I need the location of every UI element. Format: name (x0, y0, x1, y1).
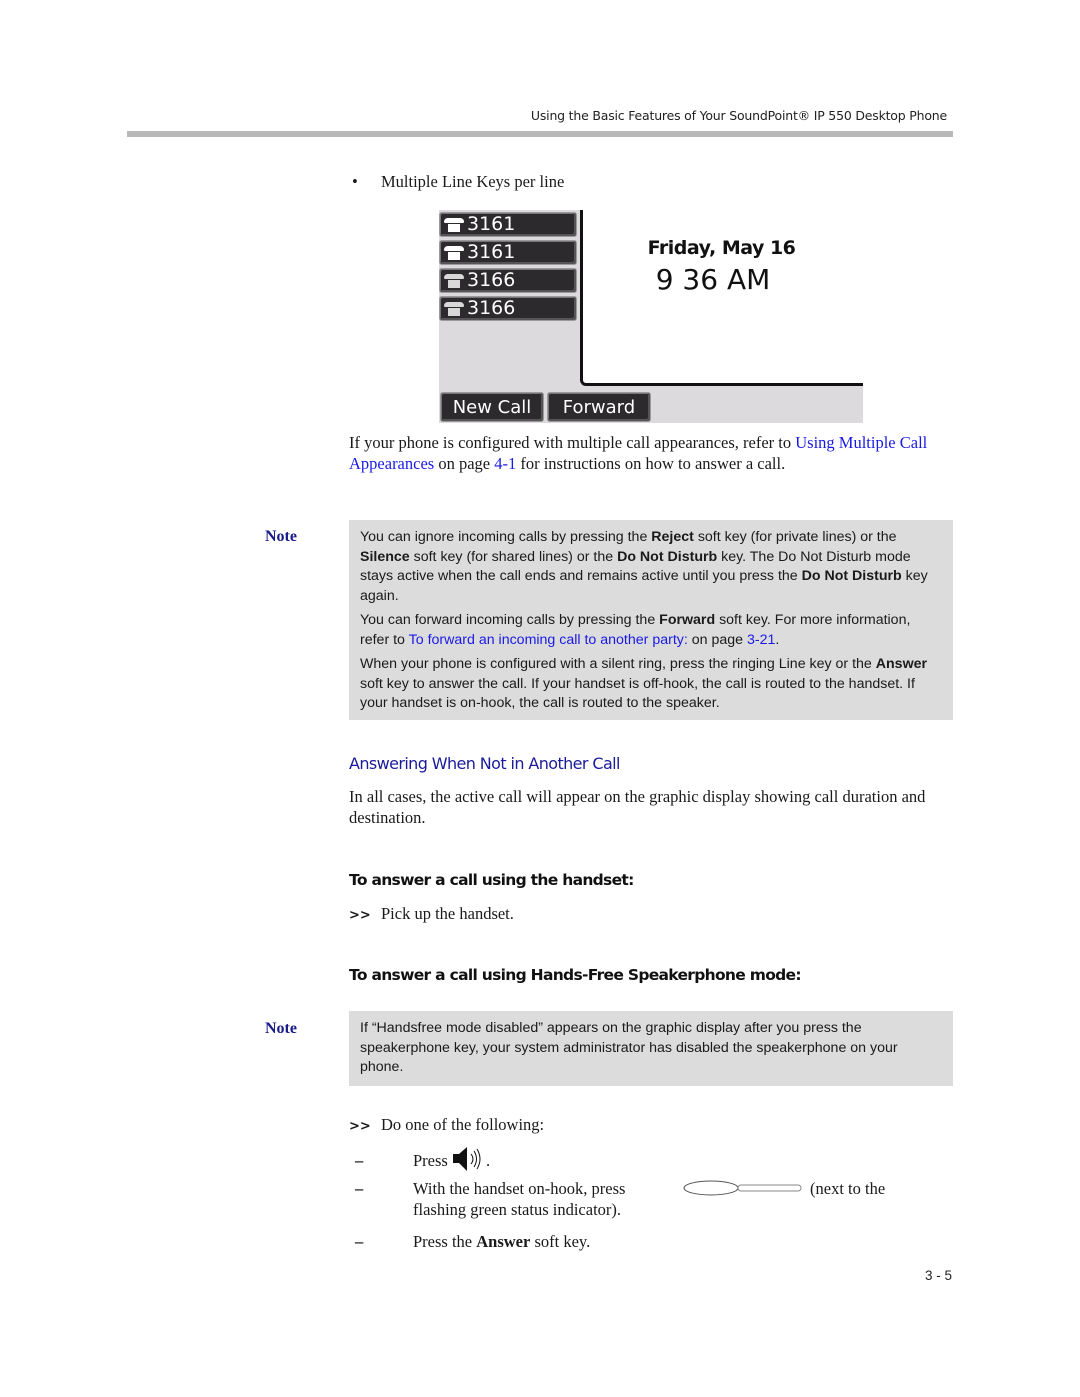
note-box: If “Handsfree mode disabled” appears on … (349, 1011, 953, 1086)
note-text: on page (687, 631, 747, 648)
note-bold-term: Silence (360, 548, 410, 565)
note-bold-term: Do Not Disturb (801, 568, 902, 584)
step-text: Do one of the following: (381, 1115, 545, 1134)
procedure-heading-handset: To answer a call using the handset: (349, 871, 634, 889)
line-key[interactable]: 3166 (439, 296, 577, 321)
soft-key-new-call[interactable]: New Call (440, 392, 544, 422)
procedure-step: >> Do one of the following: (349, 1114, 544, 1137)
speaker-icon (452, 1146, 486, 1172)
handset-shared-icon (444, 273, 464, 288)
line-key-label: 3166 (467, 297, 516, 319)
note-label: Note (265, 528, 297, 545)
note-text: soft key (for shared lines) or the (409, 548, 618, 565)
line-key[interactable]: 3161 (439, 240, 577, 265)
note-paragraph: When your phone is configured with a sil… (360, 655, 941, 714)
soft-key-forward[interactable]: Forward (547, 392, 651, 422)
note-paragraph: You can forward incoming calls by pressi… (360, 611, 941, 650)
bullet-text: Multiple Line Keys per line (381, 172, 565, 191)
running-header: Using the Basic Features of Your SoundPo… (530, 108, 947, 123)
handset-icon (444, 217, 464, 232)
link-page-3-21[interactable]: 3-21 (747, 632, 775, 648)
handset-shared-icon (444, 301, 464, 316)
bullet-symbol: • (352, 172, 358, 191)
line-key-label: 3166 (467, 269, 516, 291)
sub-step-text: With the handset on-hook, press (413, 1179, 626, 1198)
sub-step-text: Press the (413, 1232, 477, 1251)
note-bold-term: Reject (651, 529, 694, 545)
note-bold-term: Do Not Disturb (617, 548, 718, 565)
note-text: . (775, 631, 780, 648)
sub-step: – Press . (355, 1146, 490, 1172)
line-key-icon (683, 1180, 803, 1201)
sub-step-text: soft key. (530, 1232, 591, 1251)
procedure-step: >> Pick up the handset. (349, 903, 514, 926)
display-time: 9 36 AM (655, 263, 771, 296)
procedure-heading-speakerphone: To answer a call using Hands-Free Speake… (349, 966, 802, 984)
link-page-4-1[interactable]: 4-1 (494, 454, 516, 473)
line-key[interactable]: 3166 (439, 268, 577, 293)
bold-term: Answer (476, 1232, 531, 1251)
bullet-item: • Multiple Line Keys per line (352, 171, 564, 192)
section-intro: In all cases, the active call will appea… (349, 787, 926, 827)
note-text: If “Handsfree mode disabled” appears on … (360, 1020, 898, 1075)
step-text: Pick up the handset. (381, 904, 514, 923)
phone-screen-figure: 3161 3161 3166 3166 Friday, May 16 9 36 … (439, 210, 863, 423)
note-bold-term: Forward (659, 612, 716, 628)
sub-step-text: flashing green status indicator). (413, 1200, 622, 1219)
link-forward-incoming-call[interactable]: To forward an incoming call to another p… (409, 632, 688, 648)
para-text: on page (434, 454, 495, 473)
dash-marker: – (355, 1232, 364, 1251)
multiple-appearances-paragraph: If your phone is configured with multipl… (349, 432, 949, 474)
handset-icon (444, 245, 464, 260)
para-text: for instructions on how to answer a call… (516, 454, 786, 473)
dash-marker: – (355, 1179, 364, 1198)
line-key-label: 3161 (467, 241, 516, 263)
step-marker: >> (349, 908, 371, 923)
para-text: If your phone is configured with multipl… (349, 433, 796, 452)
note-text: You can ignore incoming calls by pressin… (360, 529, 652, 545)
note-bold-term: Answer (875, 656, 928, 672)
note-text: When your phone is configured with a sil… (360, 656, 876, 672)
header-rule (127, 131, 953, 137)
line-key-label: 3161 (467, 213, 516, 235)
note-text: soft key to answer the call. If your han… (360, 675, 915, 712)
sub-step-text: . (485, 1151, 491, 1170)
note-label: Note (265, 1020, 297, 1037)
note-text: You can forward incoming calls by pressi… (360, 612, 660, 628)
note-text: soft key (for private lines) or the (693, 529, 897, 545)
sub-step-text: Press (413, 1151, 452, 1170)
step-marker: >> (349, 1119, 371, 1134)
note-paragraph: You can ignore incoming calls by pressin… (360, 528, 941, 606)
note-box: You can ignore incoming calls by pressin… (349, 520, 953, 720)
dash-marker: – (355, 1151, 364, 1170)
section-heading: Answering When Not in Another Call (349, 754, 620, 773)
display-date: Friday, May 16 (647, 237, 796, 259)
sub-step: – Press the Answer soft key. (355, 1231, 590, 1252)
page-number: 3 - 5 (924, 1268, 952, 1283)
sub-step-text: (next to the (810, 1179, 886, 1198)
line-key[interactable]: 3161 (439, 212, 577, 237)
